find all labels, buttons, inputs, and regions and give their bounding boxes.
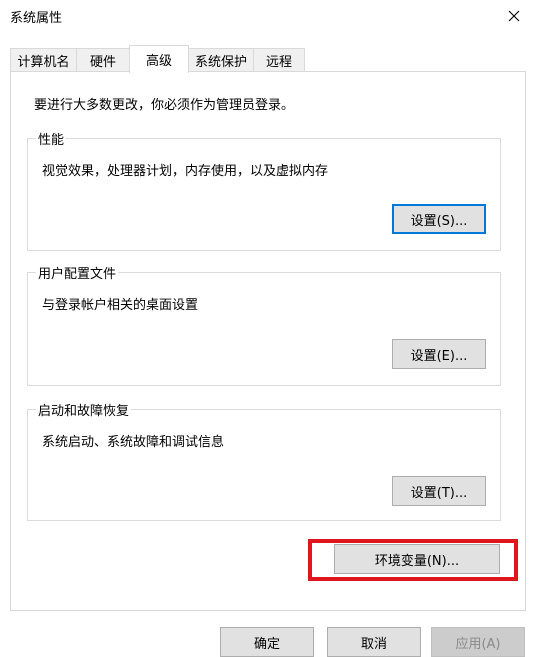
title-bar: 系统属性	[0, 0, 536, 32]
user-profile-group-desc: 与登录帐户相关的桌面设置	[42, 298, 199, 313]
red-highlight-box	[308, 539, 518, 581]
user-profile-settings-button[interactable]: 设置(E)...	[392, 339, 486, 369]
performance-group: 性能 视觉效果，处理器计划，内存使用，以及虚拟内存 设置(S)...	[27, 129, 501, 251]
performance-group-title: 性能	[36, 129, 67, 148]
tab-hardware[interactable]: 硬件	[76, 48, 130, 71]
user-profile-group-title: 用户配置文件	[36, 263, 119, 282]
ok-button[interactable]: 确定	[220, 627, 314, 657]
close-icon	[508, 10, 520, 22]
startup-recovery-group-desc: 系统启动、系统故障和调试信息	[42, 435, 225, 450]
performance-group-desc: 视觉效果，处理器计划，内存使用，以及虚拟内存	[42, 164, 329, 179]
cancel-button[interactable]: 取消	[327, 627, 421, 657]
startup-recovery-group-title: 启动和故障恢复	[36, 400, 132, 419]
tab-remote[interactable]: 远程	[253, 48, 305, 71]
admin-note: 要进行大多数更改，你必须作为管理员登录。	[34, 98, 295, 113]
apply-button[interactable]: 应用(A)	[431, 627, 525, 657]
tab-computer-name[interactable]: 计算机名	[10, 48, 77, 71]
performance-settings-button[interactable]: 设置(S)...	[392, 204, 486, 234]
window-title: 系统属性	[10, 11, 63, 26]
tab-system-protection[interactable]: 系统保护	[188, 48, 254, 71]
user-profile-group: 用户配置文件 与登录帐户相关的桌面设置 设置(E)...	[27, 263, 501, 386]
tab-advanced[interactable]: 高级	[129, 45, 189, 73]
close-button[interactable]	[492, 0, 536, 32]
startup-recovery-settings-button[interactable]: 设置(T)...	[392, 476, 486, 506]
startup-recovery-group: 启动和故障恢复 系统启动、系统故障和调试信息 设置(T)...	[27, 400, 501, 521]
